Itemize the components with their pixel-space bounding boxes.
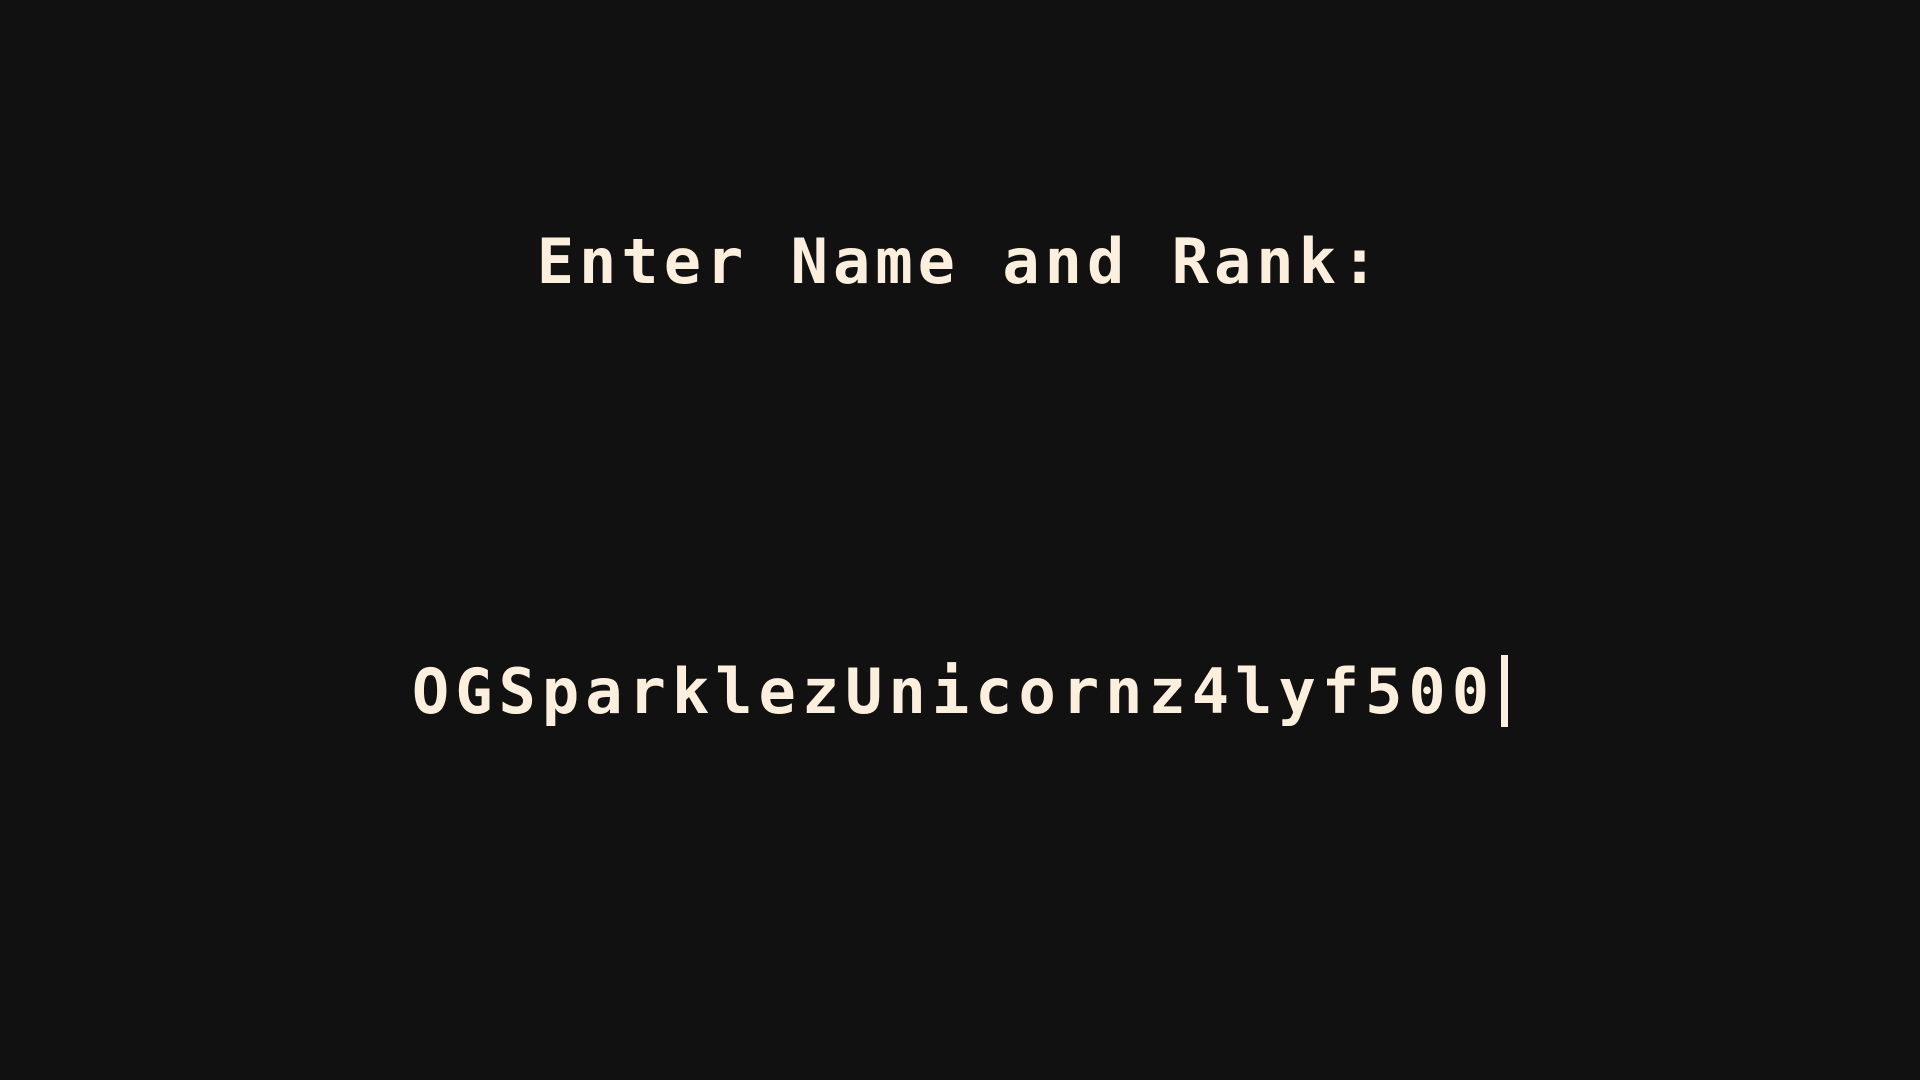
name-entry-screen: Enter Name and Rank: OGSparklezUnicornz4… xyxy=(0,0,1920,1080)
name-input-text: OGSparklezUnicornz4lyf500 xyxy=(411,655,1496,728)
text-cursor xyxy=(1501,655,1509,727)
name-input-field[interactable]: OGSparklezUnicornz4lyf500 xyxy=(0,652,1920,732)
name-entry-prompt: Enter Name and Rank: xyxy=(536,225,1384,298)
